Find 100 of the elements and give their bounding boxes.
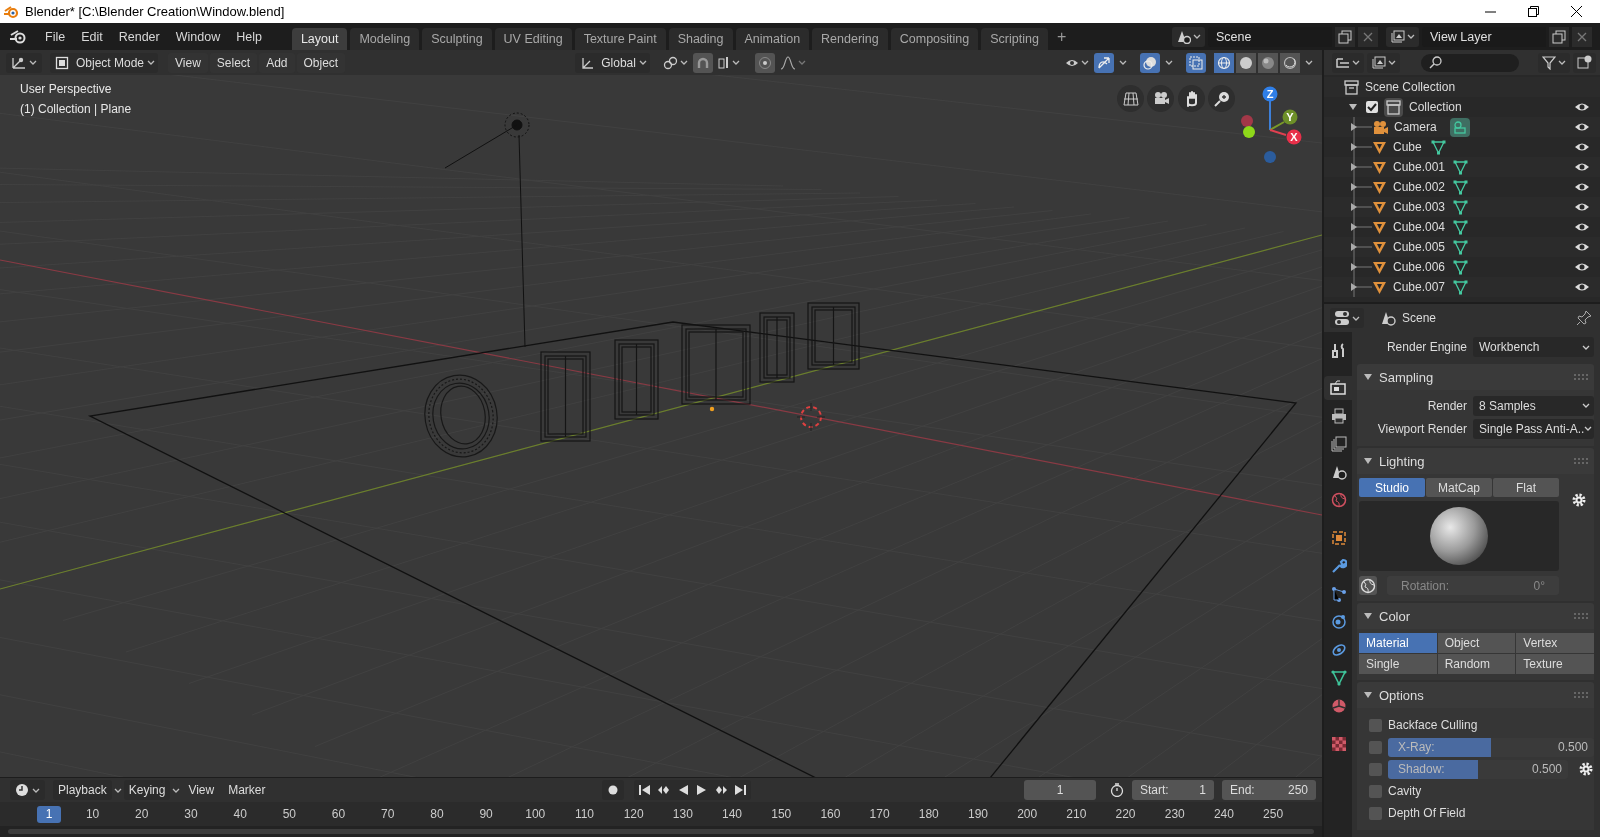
color-option[interactable]: Object <box>1437 633 1516 653</box>
dropdown[interactable]: 8 Samples <box>1473 395 1594 416</box>
rendered-sphere-button[interactable] <box>1280 52 1300 73</box>
menu-item[interactable]: Playback <box>53 780 112 800</box>
menu-item[interactable]: Help <box>228 25 270 48</box>
axis-handle[interactable]: Y <box>1282 109 1298 125</box>
studio-light-preview[interactable] <box>1359 501 1559 571</box>
checkbox[interactable] <box>1366 101 1378 113</box>
color-option[interactable]: Random <box>1437 654 1516 674</box>
workspace-tab[interactable]: Layout <box>291 28 348 50</box>
lighting-option[interactable]: Studio <box>1359 478 1425 497</box>
mesh-data-icon[interactable] <box>1453 179 1468 195</box>
delete-button[interactable] <box>1572 26 1592 47</box>
expanded-arrow-icon[interactable] <box>1348 102 1358 112</box>
tree-item[interactable]: Cube.004 <box>1387 220 1453 234</box>
workspace-tab[interactable]: UV Editing <box>494 28 572 50</box>
tree-item[interactable]: Cube.001 <box>1387 160 1453 174</box>
scrollbar[interactable] <box>8 829 1314 834</box>
scene-selector[interactable] <box>1172 26 1205 47</box>
mesh-data-icon[interactable] <box>1453 159 1468 175</box>
current-frame-field[interactable]: 1 <box>1024 780 1096 800</box>
menu-item[interactable]: Marker <box>222 780 272 800</box>
gizmo-toggle[interactable] <box>1094 52 1114 73</box>
delete-button[interactable] <box>1358 26 1378 47</box>
triangle-object-icon[interactable] <box>1372 179 1387 195</box>
dropdown[interactable]: Workbench <box>1473 337 1594 357</box>
triangle-object-icon[interactable] <box>1372 159 1387 175</box>
zoom-button[interactable] <box>1208 85 1235 112</box>
checkbox[interactable] <box>1369 762 1382 776</box>
prev-keyframe-icon[interactable] <box>657 784 670 796</box>
color-option[interactable]: Single <box>1359 654 1437 674</box>
menu-item[interactable]: Keying <box>123 780 171 800</box>
current-frame-marker[interactable]: 1 <box>37 806 61 823</box>
mesh-data-icon[interactable] <box>1431 139 1446 155</box>
gear-icon[interactable] <box>1578 761 1594 777</box>
display-mode-dropdown[interactable] <box>1367 52 1400 73</box>
axis-handle[interactable] <box>1241 115 1253 127</box>
orientation-dropdown[interactable]: Global <box>575 52 651 73</box>
tree-branch-icon[interactable] <box>1350 117 1372 137</box>
axis-handle[interactable]: X <box>1286 129 1302 145</box>
workspace-tab[interactable]: Animation <box>735 28 810 50</box>
workspace-tab[interactable]: Shading <box>668 28 733 50</box>
color-option[interactable]: Texture <box>1516 654 1594 674</box>
camera-view-button[interactable] <box>1147 85 1174 112</box>
pin-icon[interactable] <box>1576 310 1592 326</box>
workspace-tab[interactable]: Sculpting <box>422 28 492 50</box>
dropdown[interactable]: Single Pass Anti-A.. <box>1473 418 1594 439</box>
workspace-tab[interactable]: Compositing <box>890 28 979 50</box>
collection-box-icon[interactable] <box>1344 79 1359 95</box>
menu-item[interactable]: View <box>182 780 221 800</box>
copy-button[interactable] <box>1335 26 1355 47</box>
triangle-object-icon[interactable] <box>1372 239 1387 255</box>
triangle-object-icon[interactable] <box>1372 219 1387 235</box>
menu-item[interactable]: Window <box>167 25 229 48</box>
color-option[interactable]: Material <box>1359 633 1437 653</box>
tree-branch-icon[interactable] <box>1350 257 1372 277</box>
tree-branch-icon[interactable] <box>1350 217 1372 237</box>
tree-branch-icon[interactable] <box>1350 137 1372 157</box>
tree-branch-icon[interactable] <box>1350 277 1372 297</box>
triangle-object-icon[interactable] <box>1372 199 1387 215</box>
start-frame-field[interactable]: Start: 1 <box>1132 780 1214 800</box>
axis-handle[interactable] <box>1264 151 1276 163</box>
tree-item[interactable]: Scene Collection <box>1359 80 1456 94</box>
mesh-data-icon[interactable] <box>1453 259 1468 275</box>
ortho-toggle-button[interactable] <box>1117 85 1144 112</box>
panel-header[interactable]: Sampling <box>1357 364 1594 390</box>
snap-button[interactable] <box>693 52 714 73</box>
workspace-tab[interactable]: Modeling <box>350 28 420 50</box>
copy-button[interactable] <box>1549 26 1569 47</box>
overlay-toggle[interactable] <box>1140 52 1160 73</box>
checkbox[interactable] <box>1369 718 1382 732</box>
editor-type-button[interactable] <box>1330 308 1364 328</box>
lighting-option[interactable]: Flat <box>1493 478 1559 497</box>
next-keyframe-icon[interactable] <box>714 784 727 796</box>
tree-item[interactable]: Cube.006 <box>1387 260 1453 274</box>
menu-item[interactable]: File <box>37 25 74 48</box>
editor-type-button[interactable] <box>10 780 45 800</box>
slider[interactable]: X-Ray: 0.500 <box>1388 737 1594 757</box>
solid-sphere-button[interactable] <box>1236 52 1256 73</box>
tree-item[interactable]: Cube.002 <box>1387 180 1453 194</box>
lighting-option[interactable]: MatCap <box>1426 478 1492 497</box>
filter-dropdown[interactable] <box>1538 52 1570 73</box>
mesh-data-icon[interactable] <box>1453 199 1468 215</box>
tree-branch-icon[interactable] <box>1350 157 1372 177</box>
checkbox[interactable] <box>1369 784 1382 798</box>
menu-item[interactable]: Render <box>110 25 168 48</box>
tree-item[interactable]: Cube.007 <box>1387 280 1453 294</box>
world-space-toggle[interactable] <box>1359 576 1377 595</box>
checkbox[interactable] <box>1369 740 1382 754</box>
tree-item[interactable]: Cube <box>1387 140 1431 154</box>
panel-header[interactable]: Options <box>1357 682 1594 708</box>
camera-back-icon[interactable] <box>1324 376 1352 400</box>
panel-header[interactable]: Color <box>1357 603 1594 629</box>
xray-toggle[interactable] <box>1186 52 1206 73</box>
workspace-tab[interactable]: Texture Paint <box>574 28 666 50</box>
tree-branch-icon[interactable] <box>1350 237 1372 257</box>
play-icon[interactable] <box>695 784 708 796</box>
checkbox[interactable] <box>1369 806 1382 820</box>
tree-item[interactable]: Cube.005 <box>1387 240 1453 254</box>
color-option[interactable]: Vertex <box>1516 633 1594 653</box>
